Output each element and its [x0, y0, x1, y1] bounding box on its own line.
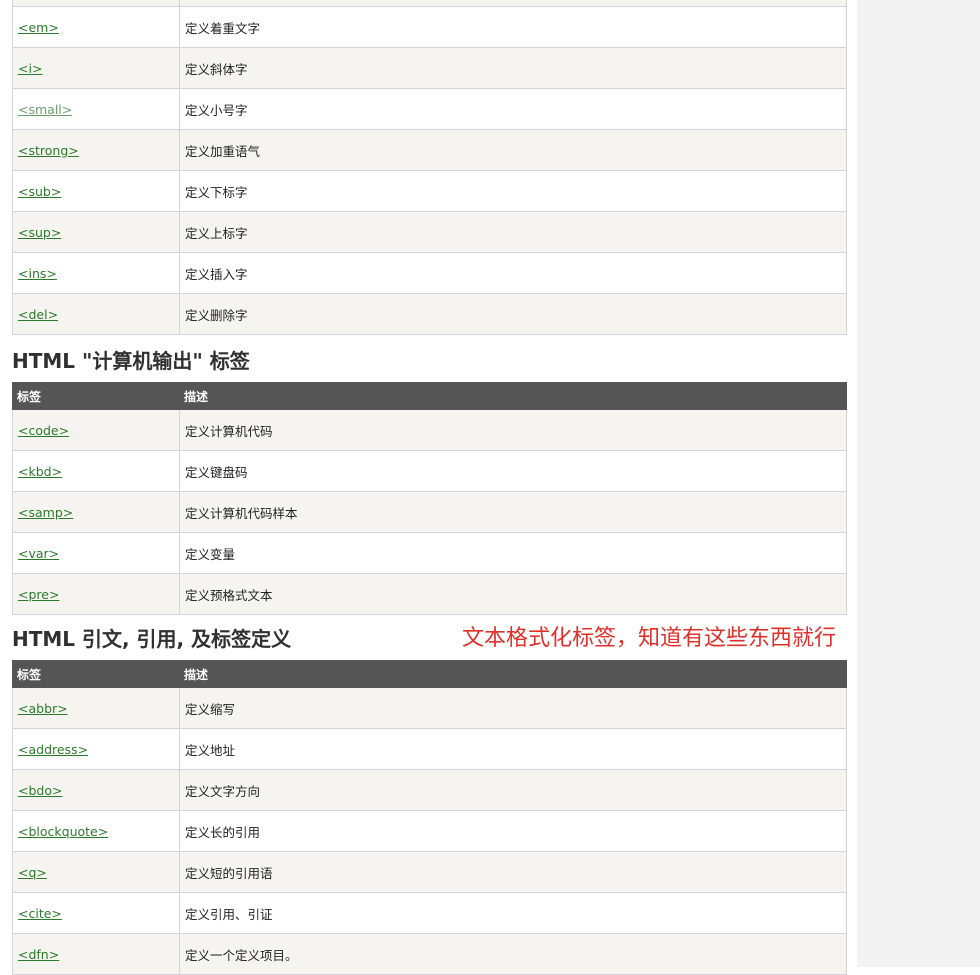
tag-description: 定义一个定义项目。 [179, 933, 847, 975]
tag-description: 定义键盘码 [179, 450, 847, 492]
table-row: <sup> 定义上标字 [12, 211, 847, 253]
tag-link[interactable]: <em> [18, 20, 59, 35]
tag-description: 定义计算机代码样本 [179, 491, 847, 533]
tag-description: 定义长的引用 [179, 810, 847, 852]
tag-link[interactable]: <sub> [18, 184, 61, 199]
tag-description: 定义加重语气 [179, 129, 847, 171]
tag-description: 定义下标字 [179, 170, 847, 212]
tag-link[interactable]: <kbd> [18, 464, 62, 479]
column-header-tag: 标签 [12, 660, 180, 688]
tag-link[interactable]: <ins> [18, 266, 57, 281]
tag-link[interactable]: <small> [18, 102, 72, 117]
section-heading-computer-output: HTML "计算机输出" 标签 [12, 349, 250, 373]
table-row: <em> 定义着重文字 [12, 6, 847, 48]
tag-link[interactable]: <address> [18, 742, 88, 757]
table-row: <sub> 定义下标字 [12, 170, 847, 212]
table-row: <address> 定义地址 [12, 728, 847, 770]
tag-link[interactable]: <abbr> [18, 701, 68, 716]
tag-description: 定义引用、引证 [179, 892, 847, 934]
tag-link[interactable]: <blockquote> [18, 824, 108, 839]
right-gutter [857, 0, 980, 967]
tag-description: 定义变量 [179, 532, 847, 574]
tag-description: 定义斜体字 [179, 47, 847, 89]
tag-description: 定义插入字 [179, 252, 847, 294]
column-header-tag: 标签 [12, 382, 180, 410]
table-row: <dfn> 定义一个定义项目。 [12, 933, 847, 975]
table-row: <abbr> 定义缩写 [12, 687, 847, 729]
quotation-table: 标签 描述 <abbr> 定义缩写 <address> 定义地址 <bdo> 定义文字… [12, 660, 847, 975]
tag-link[interactable]: <bdo> [18, 783, 62, 798]
tag-link[interactable]: <del> [18, 307, 58, 322]
tag-link[interactable]: <pre> [18, 587, 59, 602]
table-row: <small> 定义小号字 [12, 88, 847, 130]
table-row: <cite> 定义引用、引证 [12, 892, 847, 934]
tag-description: 定义短的引用语 [179, 851, 847, 893]
tag-link[interactable]: <i> [18, 61, 42, 76]
tag-link[interactable]: <q> [18, 865, 47, 880]
tag-description: 定义缩写 [179, 687, 847, 729]
red-annotation-note: 文本格式化标签，知道有这些东西就行 [462, 626, 837, 651]
table-row: <del> 定义删除字 [12, 293, 847, 335]
section-heading-quotations: HTML 引文, 引用, 及标签定义 [12, 627, 292, 651]
table-header-row: 标签 描述 [12, 660, 847, 688]
tag-description: 定义上标字 [179, 211, 847, 253]
tag-description: 定义计算机代码 [179, 409, 847, 451]
table-row: <code> 定义计算机代码 [12, 409, 847, 451]
table-row: <kbd> 定义键盘码 [12, 450, 847, 492]
table-row: <i> 定义斜体字 [12, 47, 847, 89]
text-format-table: <em> 定义着重文字 <i> 定义斜体字 <small> 定义小号字 <strong… [12, 0, 847, 335]
tag-link[interactable]: <cite> [18, 906, 62, 921]
tag-link[interactable]: <code> [18, 423, 69, 438]
table-row: <ins> 定义插入字 [12, 252, 847, 294]
table-row: <var> 定义变量 [12, 532, 847, 574]
tag-link[interactable]: <sup> [18, 225, 61, 240]
table-row: <bdo> 定义文字方向 [12, 769, 847, 811]
tag-description: 定义预格式文本 [179, 573, 847, 615]
tag-link[interactable]: <samp> [18, 505, 73, 520]
table-row: <q> 定义短的引用语 [12, 851, 847, 893]
column-header-desc: 描述 [179, 660, 847, 688]
table-row: <pre> 定义预格式文本 [12, 573, 847, 615]
tag-link[interactable]: <strong> [18, 143, 79, 158]
computer-output-table: 标签 描述 <code> 定义计算机代码 <kbd> 定义键盘码 <samp> 定义计… [12, 382, 847, 615]
table-header-row: 标签 描述 [12, 382, 847, 410]
tag-description: 定义删除字 [179, 293, 847, 335]
tag-description: 定义地址 [179, 728, 847, 770]
tag-link[interactable]: <var> [18, 546, 59, 561]
tag-link[interactable]: <dfn> [18, 947, 59, 962]
table-row: <strong> 定义加重语气 [12, 129, 847, 171]
table-row: <blockquote> 定义长的引用 [12, 810, 847, 852]
tag-description: 定义着重文字 [179, 6, 847, 48]
table-row: <samp> 定义计算机代码样本 [12, 491, 847, 533]
column-header-desc: 描述 [179, 382, 847, 410]
tag-description: 定义小号字 [179, 88, 847, 130]
tag-description: 定义文字方向 [179, 769, 847, 811]
